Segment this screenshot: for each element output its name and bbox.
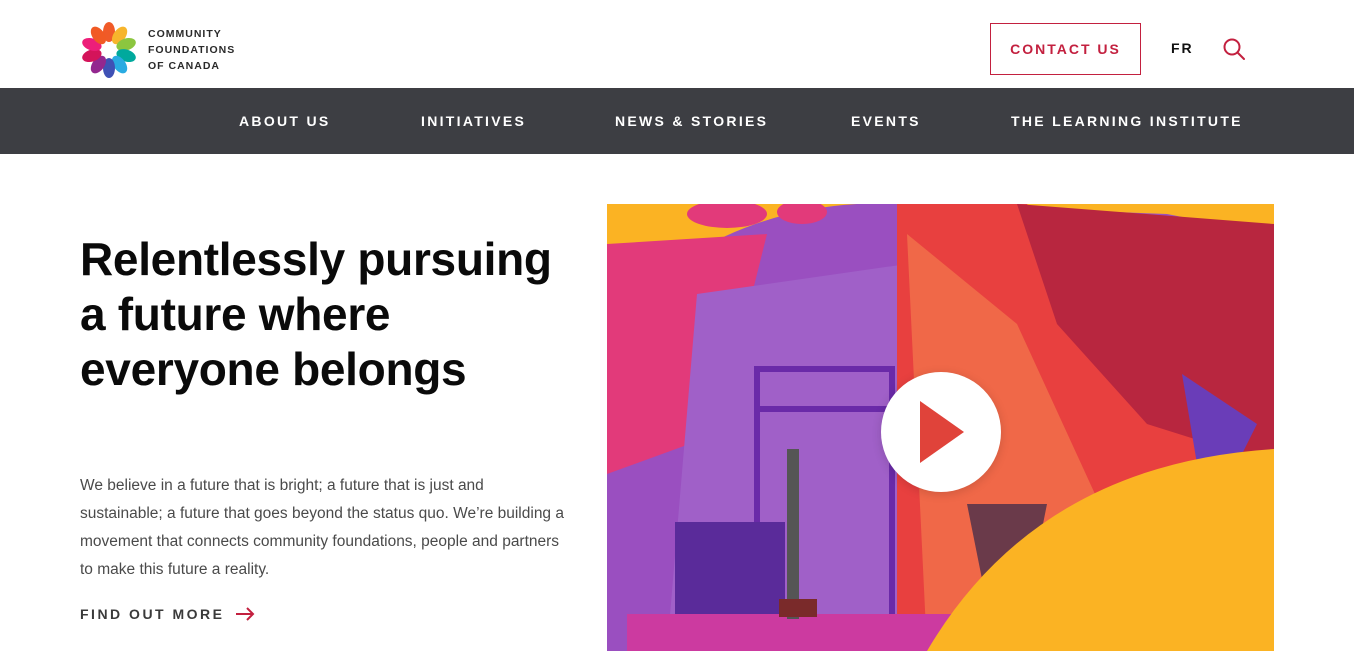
find-out-more-link[interactable]: FIND OUT MORE [80, 606, 255, 622]
site-header: COMMUNITY FOUNDATIONS OF CANADA CONTACT … [0, 0, 1366, 88]
nav-item-about-us[interactable]: ABOUT US [239, 88, 331, 154]
nav-item-events[interactable]: EVENTS [851, 88, 921, 154]
logo-line-1: COMMUNITY [148, 28, 222, 40]
logo-wordmark: COMMUNITY FOUNDATIONS OF CANADA [148, 26, 235, 74]
logo-line-3: OF CANADA [148, 60, 220, 72]
nav-item-initiatives[interactable]: INITIATIVES [421, 88, 526, 154]
play-video-button[interactable] [881, 372, 1001, 492]
find-out-more-label: FIND OUT MORE [80, 606, 225, 622]
page-edge [1354, 0, 1366, 651]
nav-item-news-stories[interactable]: NEWS & STORIES [615, 88, 768, 154]
play-icon [920, 401, 964, 463]
hero-body-text: We believe in a future that is bright; a… [80, 477, 564, 578]
contact-us-button[interactable]: CONTACT US [990, 23, 1141, 75]
arrow-right-icon [235, 607, 254, 621]
nav-item-learning-institute[interactable]: THE LEARNING INSTITUTE [1011, 88, 1243, 154]
search-icon[interactable] [1222, 37, 1246, 61]
pinwheel-logo-icon [82, 22, 136, 78]
main-navigation: ABOUT US INITIATIVES NEWS & STORIES EVEN… [0, 88, 1354, 154]
hero-video[interactable] [607, 204, 1274, 651]
hero-headline: Relentlessly pursuing a future where eve… [80, 233, 552, 395]
site-logo[interactable]: COMMUNITY FOUNDATIONS OF CANADA [80, 20, 240, 80]
logo-line-2: FOUNDATIONS [148, 44, 236, 56]
language-toggle-fr[interactable]: FR [1171, 40, 1194, 56]
